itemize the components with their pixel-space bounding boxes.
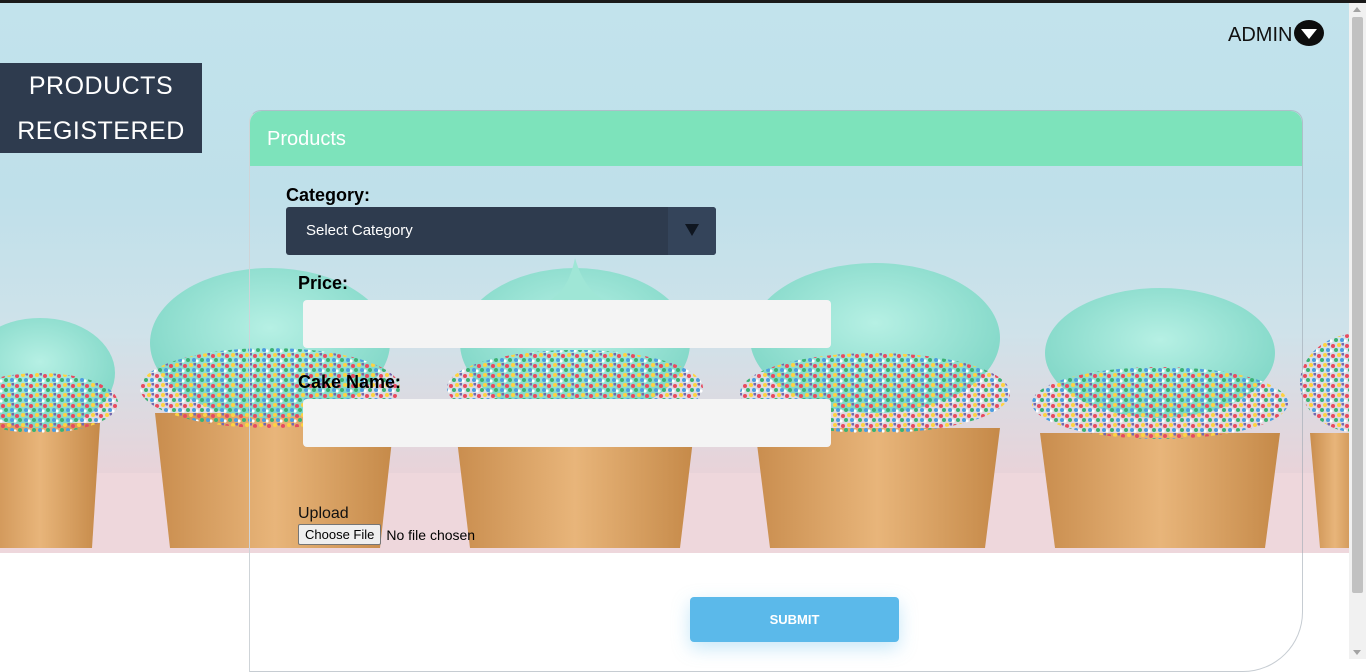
page-scrollbar[interactable]	[1349, 3, 1366, 659]
triangle-down-icon	[685, 224, 699, 236]
cake-name-label: Cake Name:	[298, 372, 402, 392]
category-select[interactable]: Select Category	[286, 207, 716, 255]
cake-name-input[interactable]	[303, 399, 831, 447]
upload-label: Upload	[298, 505, 349, 522]
category-label: Category:	[286, 185, 371, 205]
submit-button[interactable]: SUBMIT	[690, 597, 899, 642]
scroll-thumb[interactable]	[1352, 17, 1363, 593]
menu-label-line1: PRODUCTS	[28, 72, 174, 100]
scroll-down-icon[interactable]	[1353, 650, 1361, 655]
scroll-up-icon[interactable]	[1353, 7, 1361, 12]
chevron-down-icon[interactable]	[1294, 19, 1325, 46]
admin-label: ADMIN	[1228, 24, 1293, 46]
file-upload-control: Choose File No file chosen	[298, 524, 475, 545]
file-status-text: No file chosen	[386, 526, 476, 543]
choose-file-button[interactable]: Choose File	[298, 524, 382, 545]
category-select-value: Select Category	[306, 222, 413, 239]
admin-menu[interactable]: ADMIN	[1228, 18, 1325, 47]
products-registered-menu[interactable]: PRODUCTS REGISTERED	[0, 63, 202, 153]
products-card: Products	[249, 110, 1303, 672]
card-header: Products	[250, 111, 1302, 166]
price-label: Price:	[298, 273, 349, 293]
select-arrow-button[interactable]	[668, 207, 716, 255]
menu-label-line2: REGISTERED	[17, 117, 185, 145]
price-input[interactable]	[303, 300, 831, 348]
card-title: Products	[267, 128, 346, 150]
